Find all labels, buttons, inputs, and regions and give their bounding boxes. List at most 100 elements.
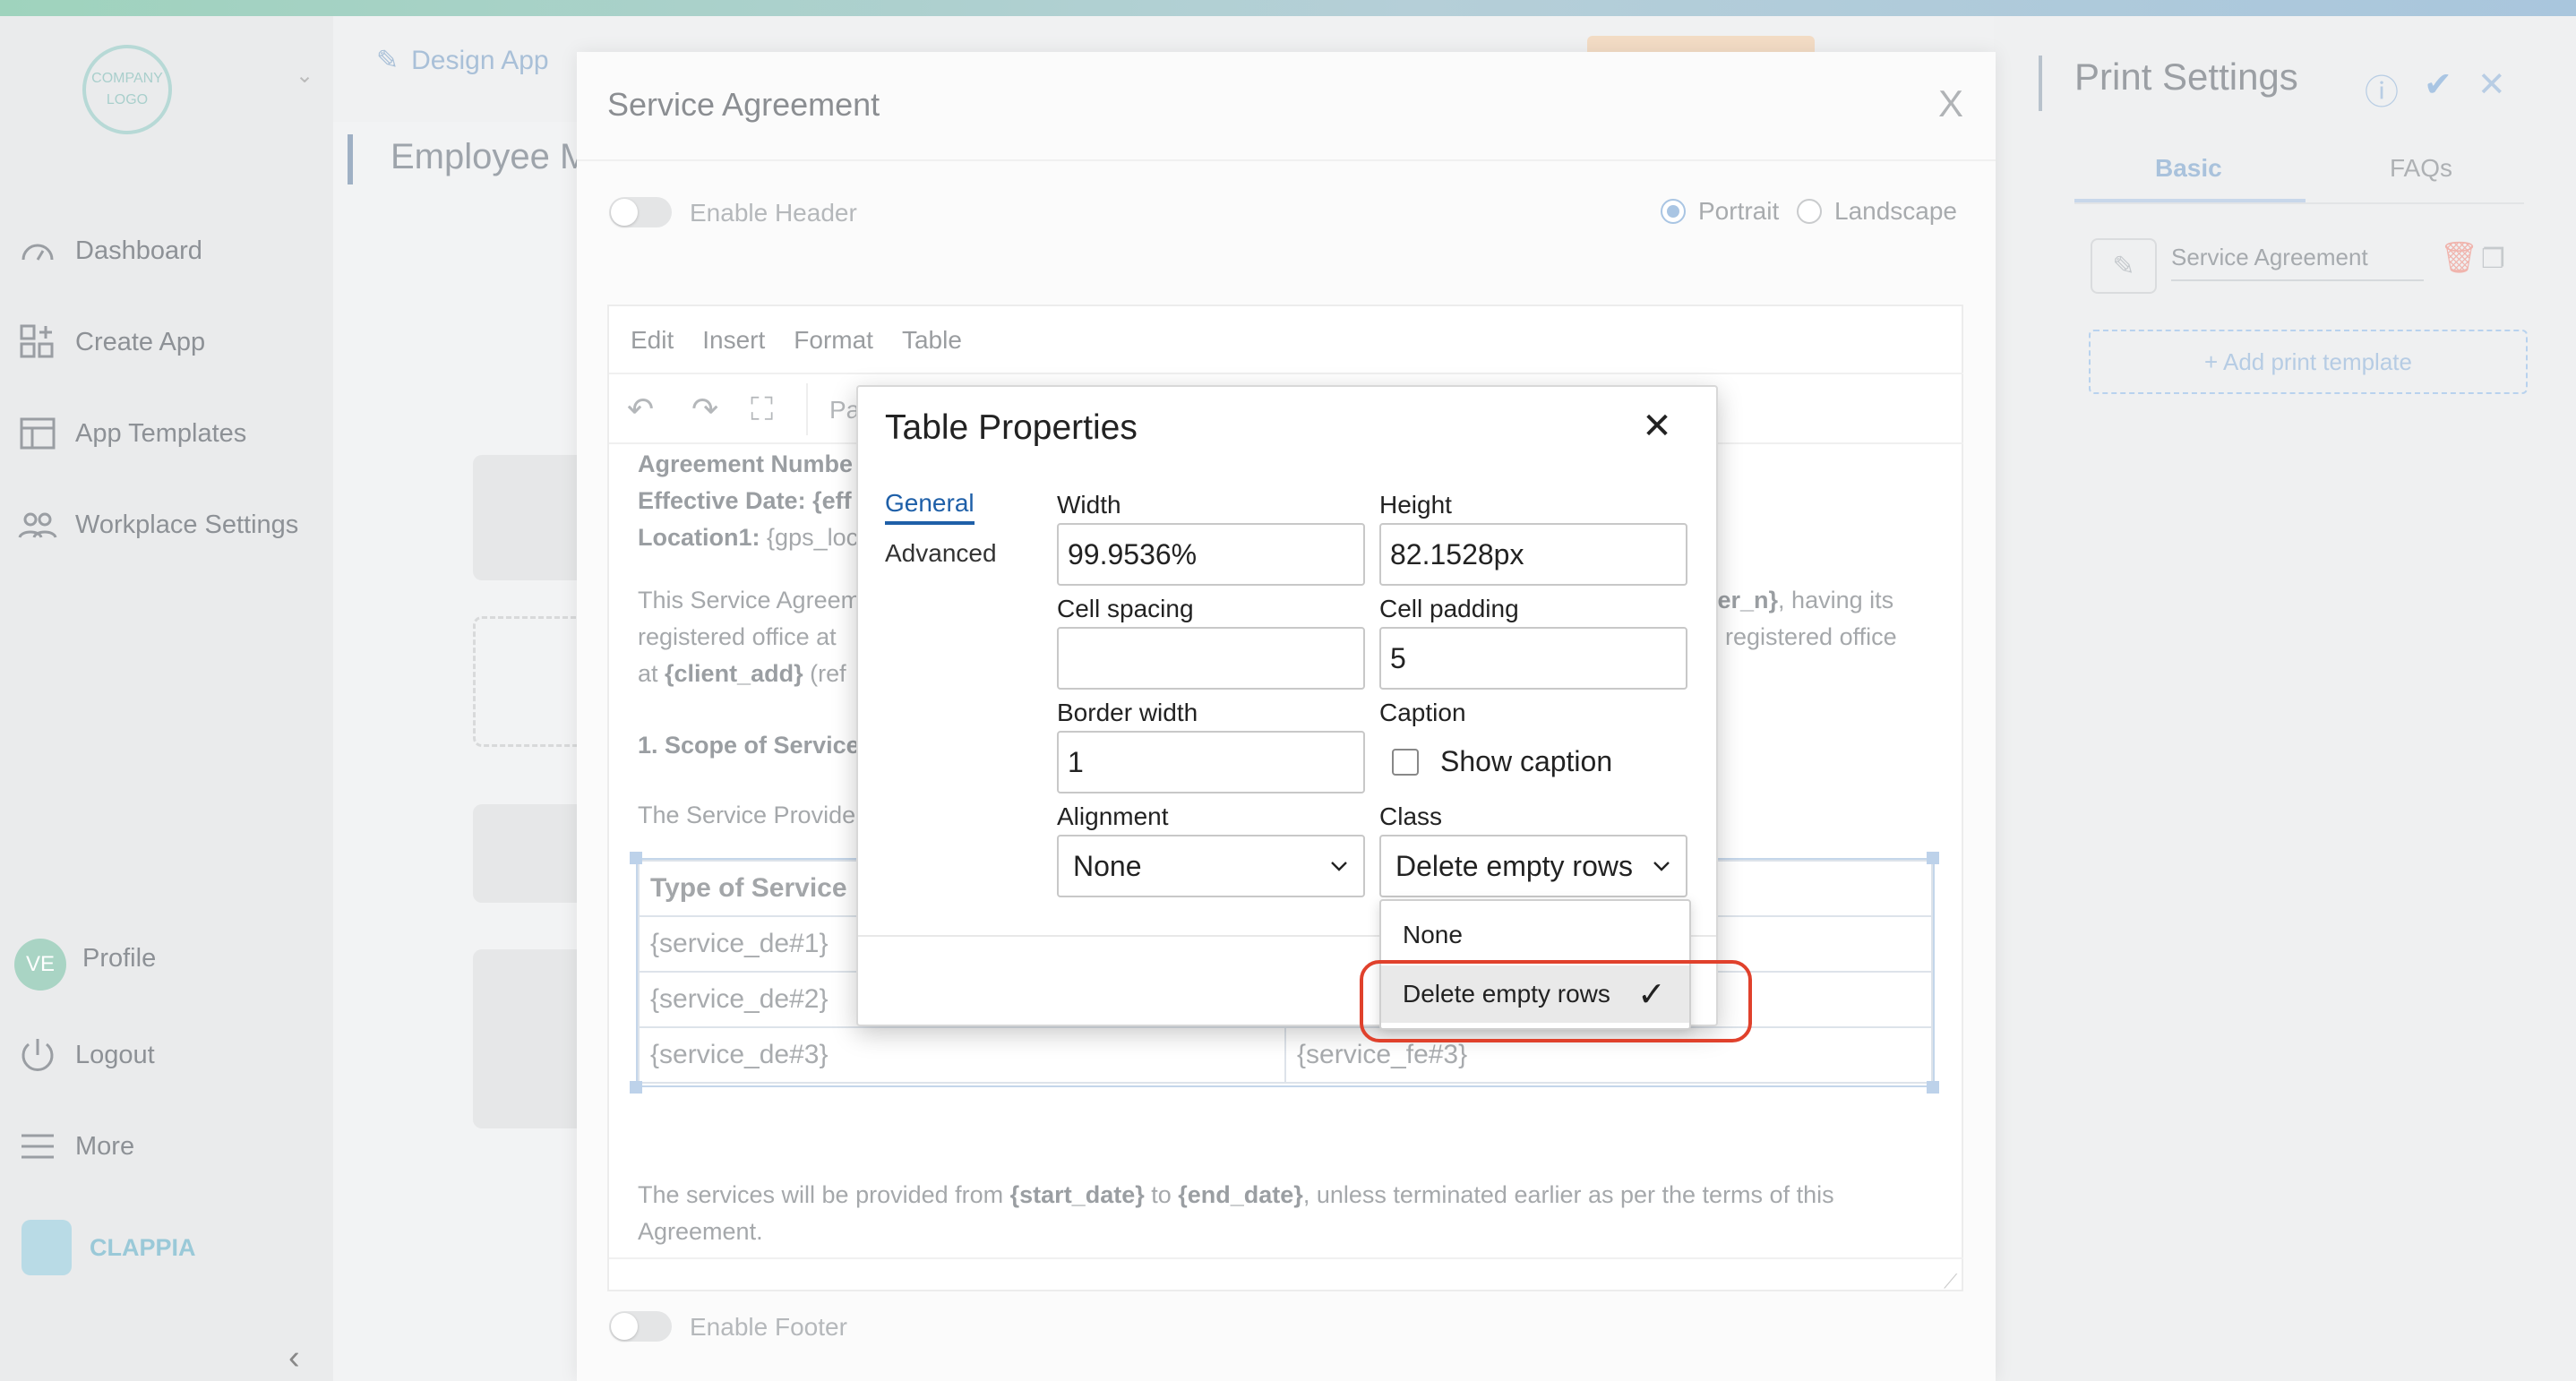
brand-logo: CLAPPIA bbox=[21, 1220, 196, 1275]
doc-text: , having its bbox=[1778, 587, 1894, 613]
doc-text: at bbox=[638, 660, 665, 687]
fullscreen-icon[interactable]: ⛶ bbox=[751, 390, 773, 429]
portrait-radio[interactable] bbox=[1661, 199, 1686, 224]
dialog-title: Table Properties bbox=[885, 408, 1138, 447]
trash-icon[interactable]: 🗑 bbox=[2440, 240, 2478, 276]
doc-paragraph-line: This Service Agreem bbox=[638, 587, 862, 613]
menu-table[interactable]: Table bbox=[902, 326, 962, 355]
border-width-label: Border width bbox=[1057, 699, 1198, 726]
class-option-delete-empty-rows[interactable]: Delete empty rows bbox=[1403, 980, 1610, 1008]
doc-text: Effective Date: {eff bbox=[638, 487, 852, 514]
class-option-none[interactable]: None bbox=[1403, 921, 1463, 949]
class-label: Class bbox=[1379, 802, 1443, 830]
chevron-down-icon[interactable]: ⌄ bbox=[296, 63, 313, 89]
sidebar-item-dashboard[interactable]: Dashboard bbox=[16, 229, 202, 272]
cell-spacing-label: Cell spacing bbox=[1057, 595, 1194, 622]
add-print-template-button[interactable]: + Add print template bbox=[2089, 330, 2528, 394]
doc-text: Agreement Numbe bbox=[638, 450, 854, 477]
help-icon[interactable]: ⓘ bbox=[2365, 64, 2399, 114]
check-icon[interactable]: ✔ bbox=[2424, 64, 2452, 114]
pencil-icon: ✎ bbox=[2112, 251, 2135, 281]
sidebar-item-label: Logout bbox=[75, 1040, 155, 1069]
edit-template-button[interactable]: ✎ bbox=[2091, 238, 2157, 294]
cell-padding-input[interactable]: 5 bbox=[1379, 627, 1687, 690]
menu-edit[interactable]: Edit bbox=[631, 326, 674, 355]
sidebar-item-label: Workplace Settings bbox=[75, 510, 299, 539]
copy-icon[interactable]: ❐ bbox=[2481, 244, 2505, 275]
tab-basic[interactable]: Basic bbox=[2155, 154, 2222, 183]
menu-format[interactable]: Format bbox=[794, 326, 873, 355]
tab-general[interactable]: General bbox=[885, 489, 975, 525]
width-input[interactable]: 99.9536% bbox=[1057, 523, 1365, 586]
enable-footer-toggle[interactable] bbox=[609, 1311, 672, 1342]
tab-faqs[interactable]: FAQs bbox=[2390, 154, 2452, 183]
redo-icon[interactable]: ↷ bbox=[691, 390, 718, 428]
sidebar-item-label: More bbox=[75, 1131, 135, 1161]
class-select[interactable]: Delete empty rows bbox=[1379, 835, 1687, 897]
close-icon[interactable]: ✕ bbox=[2477, 64, 2506, 114]
doc-text: Location1: bbox=[638, 524, 760, 551]
doc-text: (ref bbox=[803, 660, 846, 687]
avatar[interactable]: VE bbox=[14, 939, 66, 991]
dashboard-icon bbox=[21, 244, 54, 261]
enable-header-toggle[interactable] bbox=[609, 197, 672, 227]
print-settings-title: Print Settings bbox=[2074, 56, 2298, 98]
sidebar-item-workplace-settings[interactable]: Workplace Settings bbox=[16, 503, 298, 546]
cell-spacing-input[interactable] bbox=[1057, 627, 1365, 690]
modal-close-button[interactable]: X bbox=[1938, 82, 1963, 125]
design-app-label: Design App bbox=[411, 45, 549, 75]
sidebar-item-more[interactable]: More bbox=[16, 1125, 134, 1168]
sidebar-item-label: Create App bbox=[75, 327, 206, 356]
caption-label: Caption bbox=[1379, 699, 1466, 726]
alignment-select[interactable]: None bbox=[1057, 835, 1365, 897]
class-value: Delete empty rows bbox=[1395, 849, 1633, 882]
templates-icon bbox=[20, 417, 56, 450]
background-card bbox=[473, 455, 589, 580]
enable-footer-label: Enable Footer bbox=[690, 1313, 847, 1341]
brand-name: CLAPPIA bbox=[90, 1233, 196, 1261]
doc-text: to bbox=[1144, 1181, 1179, 1208]
divider bbox=[609, 1257, 1963, 1259]
panel-actions: ⓘ ✔ ✕ bbox=[2365, 64, 2506, 114]
resize-handle[interactable] bbox=[1927, 1081, 1939, 1094]
modal-title: Service Agreement bbox=[607, 86, 880, 123]
background-card bbox=[473, 804, 589, 903]
doc-paragraph-line: Agreement. bbox=[638, 1218, 763, 1245]
sidebar-item-profile[interactable]: Profile bbox=[82, 944, 156, 974]
landscape-radio[interactable] bbox=[1797, 199, 1822, 224]
show-caption-checkbox[interactable] bbox=[1392, 749, 1419, 776]
doc-text: ler_n} bbox=[1711, 587, 1779, 613]
background-card bbox=[473, 949, 589, 1128]
chevron-down-icon bbox=[1331, 862, 1347, 871]
close-icon[interactable]: ✕ bbox=[1636, 405, 1679, 448]
divider bbox=[577, 159, 1996, 161]
show-caption-label[interactable]: Show caption bbox=[1440, 745, 1612, 778]
height-input[interactable]: 82.1528px bbox=[1379, 523, 1687, 586]
collapse-sidebar-icon[interactable]: ‹ bbox=[288, 1339, 300, 1377]
doc-line-agreement-number: Agreement Numbe bbox=[638, 446, 853, 483]
resize-handle[interactable] bbox=[1927, 852, 1939, 864]
border-width-input[interactable]: 1 bbox=[1057, 731, 1365, 793]
portrait-label: Portrait bbox=[1698, 197, 1780, 225]
tab-advanced[interactable]: Advanced bbox=[885, 539, 997, 568]
power-icon bbox=[21, 1039, 54, 1071]
doc-paragraph-line: registered office at bbox=[638, 623, 837, 650]
sidebar-item-app-templates[interactable]: App Templates bbox=[16, 412, 246, 455]
menu-icon bbox=[21, 1134, 54, 1159]
sidebar-item-create-app[interactable]: Create App bbox=[16, 321, 205, 364]
doc-paragraph-line: The Service Provide bbox=[638, 802, 856, 828]
chevron-down-icon bbox=[1653, 862, 1670, 871]
page-title: Employee M bbox=[391, 137, 590, 176]
undo-icon[interactable]: ↶ bbox=[627, 390, 654, 428]
editor-resize-grip-icon[interactable]: ⟋ bbox=[1944, 1270, 1957, 1293]
sidebar-item-logout[interactable]: Logout bbox=[16, 1034, 155, 1076]
design-app-link[interactable]: ✎ Design App bbox=[376, 45, 549, 76]
resize-handle[interactable] bbox=[630, 852, 642, 864]
edit-icon: ✎ bbox=[376, 46, 399, 75]
company-logo: COMPANY LOGO bbox=[82, 45, 172, 134]
resize-handle[interactable] bbox=[630, 1081, 642, 1094]
doc-paragraph-line: The services will be provided from {star… bbox=[638, 1177, 1834, 1214]
doc-paragraph-line: ler_n}, having its bbox=[1711, 582, 1893, 619]
menu-insert[interactable]: Insert bbox=[702, 326, 765, 355]
template-name-field[interactable]: Service Agreement bbox=[2171, 244, 2424, 281]
